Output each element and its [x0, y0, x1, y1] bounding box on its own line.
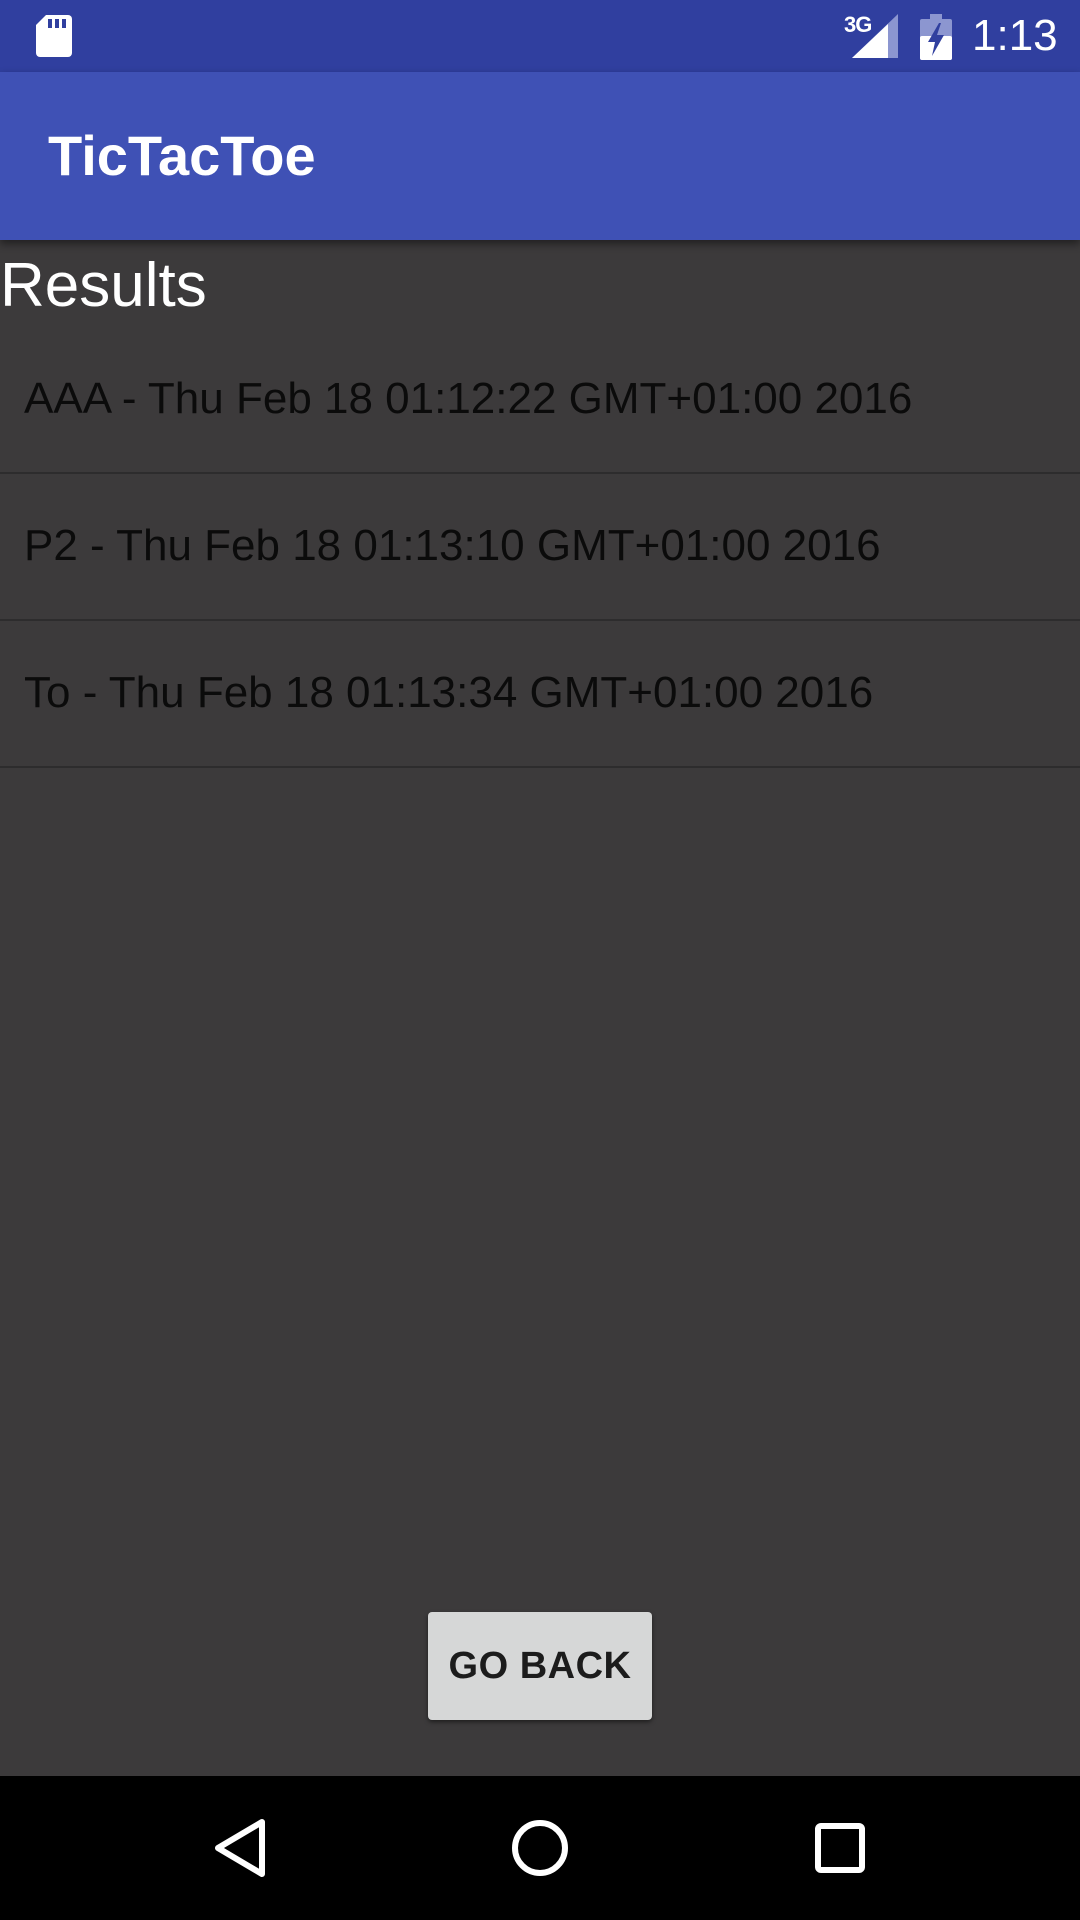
list-item[interactable]: AAA - Thu Feb 18 01:12:22 GMT+01:00 2016	[0, 327, 1080, 474]
back-icon[interactable]	[168, 1776, 312, 1920]
results-screen: Results AAA - Thu Feb 18 01:12:22 GMT+01…	[0, 240, 1080, 1776]
status-clock: 1:13	[972, 11, 1058, 60]
list-item[interactable]: P2 - Thu Feb 18 01:13:10 GMT+01:00 2016	[0, 474, 1080, 621]
results-list: AAA - Thu Feb 18 01:12:22 GMT+01:00 2016…	[0, 327, 1080, 768]
list-item[interactable]: To - Thu Feb 18 01:13:34 GMT+01:00 2016	[0, 621, 1080, 768]
home-icon[interactable]	[468, 1776, 612, 1920]
app-bar: TicTacToe	[0, 72, 1080, 240]
go-back-button[interactable]: GO BACK	[428, 1612, 652, 1720]
result-text: P2 - Thu Feb 18 01:13:10 GMT+01:00 2016	[24, 521, 881, 570]
status-bar: 3G 1:13	[0, 0, 1080, 72]
recents-icon[interactable]	[768, 1776, 912, 1920]
result-text: AAA - Thu Feb 18 01:12:22 GMT+01:00 2016	[24, 374, 913, 423]
app-title: TicTacToe	[48, 124, 316, 187]
battery-charging-icon	[920, 14, 952, 60]
sd-card-icon	[36, 15, 72, 57]
navigation-bar	[0, 1776, 1080, 1920]
result-text: To - Thu Feb 18 01:13:34 GMT+01:00 2016	[24, 668, 874, 717]
signal-icon	[852, 14, 898, 58]
results-heading: Results	[0, 251, 207, 320]
